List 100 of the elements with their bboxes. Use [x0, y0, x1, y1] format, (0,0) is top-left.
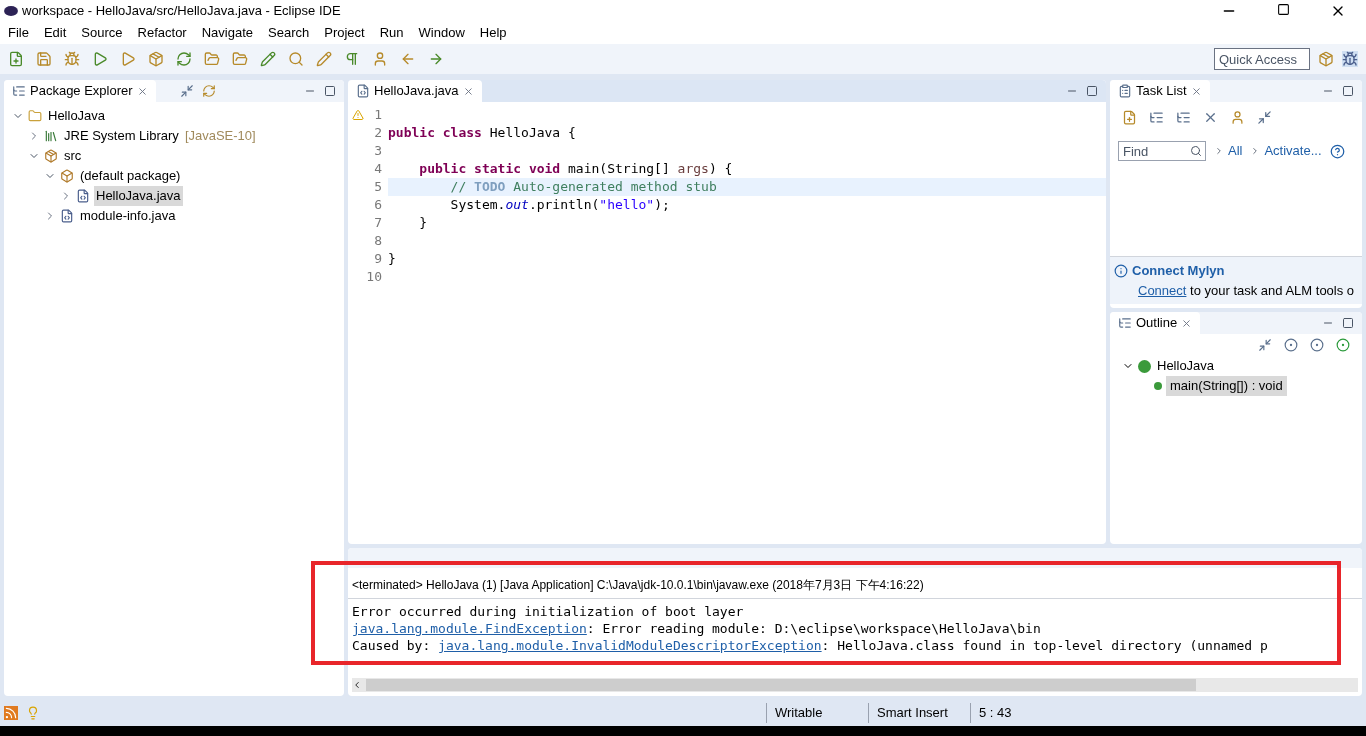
menu-item[interactable]: Source — [81, 23, 123, 43]
new-package-icon[interactable] — [148, 51, 164, 67]
java-file-icon — [76, 189, 90, 203]
info-icon — [1114, 263, 1128, 278]
line-number: 10 — [366, 268, 382, 287]
back-icon[interactable] — [400, 51, 416, 67]
view-icon — [1118, 316, 1132, 330]
highlighter-icon[interactable] — [316, 51, 332, 67]
save-icon[interactable] — [36, 51, 52, 67]
code-line: System.out.println("hello"); — [449, 196, 670, 215]
help-icon[interactable] — [1329, 143, 1345, 159]
run-icon[interactable] — [92, 51, 108, 67]
view-icon — [1118, 84, 1132, 98]
code-line: public static void main(String[] args) { — [418, 160, 733, 179]
maximize-icon[interactable] — [1086, 85, 1098, 97]
code-line: public class HelloJava { — [388, 124, 576, 143]
filter-link[interactable]: Activate... — [1264, 141, 1322, 161]
collapse-icon[interactable] — [1258, 338, 1272, 352]
menu-item[interactable]: Help — [479, 23, 507, 43]
line-number: 1 — [374, 106, 382, 125]
code-line: } — [418, 214, 428, 233]
scroll-left-icon[interactable] — [352, 680, 362, 690]
filter-link[interactable]: All — [1228, 141, 1243, 161]
maximize-icon[interactable] — [1342, 317, 1354, 329]
console-header: <terminated> HelloJava (1) [Java Application] C:\Java\jdk-10.0.1\bin\javaw.exe (2018年7月3日 下午4:16:22) — [352, 578, 924, 592]
debug-icon[interactable] — [64, 51, 80, 67]
window-title: workspace - HelloJava/src/HelloJava.java - Eclipse IDE — [22, 2, 341, 21]
open-folder-icon[interactable] — [232, 51, 248, 67]
menu-item[interactable]: File — [8, 23, 29, 43]
open-perspective-icon[interactable] — [1318, 51, 1334, 67]
exception-link[interactable]: java.lang.module.InvalidModuleDescriptorException — [438, 638, 822, 653]
banner-title: Connect Mylyn — [1132, 262, 1225, 280]
pilcrow-icon[interactable] — [344, 51, 360, 67]
connect-link[interactable]: Connect — [1138, 282, 1187, 298]
search-icon[interactable] — [1190, 145, 1202, 157]
console-line: Error occurred during initialization of boot layer — [352, 603, 745, 620]
maximize-icon[interactable] — [1342, 85, 1354, 97]
view-tab[interactable]: Outline — [1110, 312, 1201, 334]
view-tab[interactable]: HelloJava.java — [348, 80, 482, 102]
rss-icon[interactable] — [4, 706, 18, 720]
search-icon[interactable] — [288, 51, 304, 67]
tree-item[interactable]: (default package) — [78, 166, 183, 186]
status-field: Smart Insert — [868, 703, 970, 723]
view-title: HelloJava.java — [374, 82, 459, 101]
menu-item[interactable]: Refactor — [137, 23, 187, 43]
new-task-icon[interactable] — [1122, 110, 1137, 125]
project-icon — [28, 109, 42, 123]
collapse-all-icon[interactable] — [179, 84, 194, 98]
maximize-icon[interactable] — [324, 85, 336, 97]
view-title: Outline — [1136, 314, 1178, 333]
menu-item[interactable]: Project — [324, 23, 365, 43]
method-icon — [1154, 382, 1162, 390]
tree-item[interactable]: HelloJava — [1155, 356, 1217, 376]
console-line: java.lang.module.FindException: Error reading module: D:\eclipse\workspace\HelloJava\bin — [352, 620, 1042, 637]
user-icon[interactable] — [372, 51, 388, 67]
horizontal-scrollbar[interactable] — [352, 678, 1358, 692]
line-number: 2 — [374, 124, 382, 143]
line-number: 6 — [374, 196, 382, 215]
status-field: 5 : 43 — [970, 703, 1072, 723]
java-file-icon — [60, 209, 74, 223]
console-line: Caused by: java.lang.module.InvalidModuleDescriptorException: HelloJava.class found in top-level directory (unnamed p — [352, 637, 1269, 654]
warning-icon — [352, 109, 364, 121]
find-field[interactable]: Find — [1118, 141, 1206, 161]
tree-item[interactable]: HelloJava.java — [94, 186, 183, 206]
restore-icon[interactable] — [1277, 3, 1290, 16]
app-logo-icon — [4, 4, 18, 18]
tree-item[interactable]: module-info.java — [78, 206, 178, 226]
library-icon — [44, 129, 58, 143]
menu-item[interactable]: Run — [379, 23, 404, 43]
view-title: Task List — [1136, 82, 1187, 101]
view-icon — [356, 84, 370, 98]
pen-icon[interactable] — [260, 51, 276, 67]
line-number: 9 — [374, 250, 382, 269]
tree-item[interactable]: HelloJava — [46, 106, 108, 126]
menu-item[interactable]: Window — [418, 23, 465, 43]
menu-item[interactable]: Navigate — [201, 23, 253, 43]
collapse-icon[interactable] — [1257, 110, 1272, 125]
code-line: // TODO Auto-generated method stub — [449, 178, 717, 197]
package-icon — [60, 169, 74, 183]
line-number: 8 — [374, 232, 382, 251]
status-field: Writable — [766, 703, 868, 723]
java-perspective-icon[interactable] — [1342, 51, 1358, 67]
tree-item[interactable]: JRE System Library — [62, 126, 181, 146]
exception-link[interactable]: java.lang.module.FindException — [352, 621, 587, 636]
view-tab[interactable]: Task List — [1110, 80, 1210, 102]
tree-item[interactable]: main(String[]) : void — [1166, 376, 1287, 396]
tree-item-decoration: [JavaSE-10] — [184, 127, 256, 146]
view-title: Package Explorer — [30, 82, 133, 101]
line-number: 3 — [374, 142, 382, 161]
new-icon[interactable] — [8, 51, 24, 67]
menu-item[interactable]: Edit — [43, 23, 67, 43]
caret-icon — [1214, 146, 1224, 156]
line-number: 7 — [374, 214, 382, 233]
view-tab[interactable]: Package Explorer — [4, 80, 156, 102]
forward-icon[interactable] — [428, 51, 444, 67]
quick-access-field[interactable]: Quick Access — [1214, 48, 1310, 70]
tree-item[interactable]: src — [62, 146, 84, 166]
menu-item[interactable]: Search — [268, 23, 310, 43]
code-line: } — [388, 250, 396, 269]
banner-text: to your task and ALM tools o — [1189, 282, 1355, 298]
